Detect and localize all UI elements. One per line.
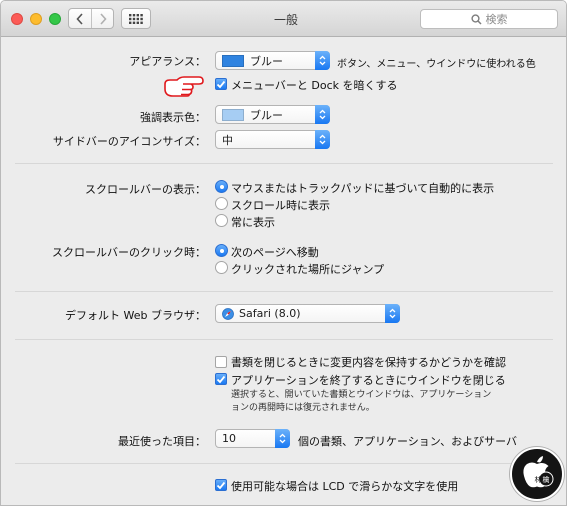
default-browser-value: Safari (8.0) — [239, 307, 301, 320]
highlight-color-label: 強調表示色： — [140, 111, 206, 124]
scroll-bars-always-label: 常に表示 — [231, 216, 275, 229]
scroll-bars-auto-label: マウスまたはトラックパッドに基づいて自動的に表示 — [231, 182, 495, 195]
checkmark-icon — [216, 375, 226, 383]
back-button[interactable] — [69, 9, 91, 28]
ask-keep-changes-checkbox[interactable] — [215, 356, 227, 368]
close-window-button[interactable] — [11, 13, 23, 25]
chevron-left-icon — [76, 12, 83, 25]
navigation-buttons — [68, 8, 114, 29]
popup-arrows-icon — [315, 130, 330, 149]
search-icon — [470, 13, 482, 25]
sidebar-icon-size-value: 中 — [222, 133, 233, 147]
scroll-bars-auto-radio[interactable] — [215, 180, 228, 193]
appearance-description: ボタン、メニュー、ウインドウに使われる色 — [337, 59, 536, 70]
highlight-swatch — [222, 108, 244, 121]
show-all-button[interactable] — [121, 8, 151, 29]
dark-menu-label: メニューバーと Dock を暗くする — [231, 79, 398, 92]
search-placeholder: 検索 — [485, 13, 508, 26]
zoom-window-button[interactable] — [49, 13, 61, 25]
sidebar-icon-size-label: サイドバーのアイコンサイズ： — [52, 135, 206, 148]
jump-to-spot-radio[interactable] — [215, 261, 228, 274]
default-browser-label: デフォルト Web ブラウザ： — [65, 309, 206, 322]
highlight-value: ブルー — [250, 108, 283, 122]
highlight-color-popup[interactable]: ブルー — [215, 105, 330, 124]
click-scroll-bar-label: スクロールバーのクリック時： — [52, 246, 206, 259]
appearance-swatch — [222, 54, 244, 67]
safari-icon — [222, 307, 234, 320]
chevron-right-icon — [99, 12, 107, 25]
scroll-bars-when-scrolling-label: スクロール時に表示 — [231, 199, 330, 212]
jump-next-page-label: 次のページへ移動 — [231, 246, 319, 259]
sidebar-icon-size-popup[interactable]: 中 — [215, 130, 330, 149]
lcd-smoothing-checkbox[interactable] — [215, 479, 227, 491]
recent-items-value: 10 — [222, 432, 236, 445]
scroll-bars-when-scrolling-radio[interactable] — [215, 197, 228, 210]
default-browser-popup[interactable]: Safari (8.0) — [215, 304, 400, 323]
jump-to-spot-label: クリックされた場所にジャンプ — [231, 263, 385, 276]
checkmark-icon — [216, 481, 226, 489]
close-windows-note-line2: ョンの再開時には復元されません。 — [231, 403, 375, 413]
divider — [15, 163, 553, 164]
divider — [15, 339, 553, 340]
window-title: 一般 — [273, 13, 298, 27]
popup-arrows-icon — [315, 51, 330, 70]
dark-menu-checkbox[interactable] — [215, 78, 227, 90]
svg-text:林: 林 — [535, 475, 542, 484]
close-windows-checkbox[interactable] — [215, 373, 227, 385]
search-field[interactable]: 検索 — [420, 9, 558, 29]
titlebar: 一般 検索 — [1, 1, 566, 37]
close-windows-label: アプリケーションを終了するときにウインドウを閉じる — [231, 374, 506, 387]
ringo-sumi-logo: 林 檎 — [510, 447, 564, 501]
close-windows-note-line1: 選択すると、開いていた書類とウインドウは、アプリケーション — [231, 390, 492, 400]
divider — [15, 291, 553, 292]
appearance-popup[interactable]: ブルー — [215, 51, 330, 70]
divider — [15, 463, 553, 464]
preferences-window: 一般 検索 アピアランス： ブルー ボタン、メニュー、ウインドウに使われる色 メ… — [0, 0, 567, 506]
lcd-smoothing-label: 使用可能な場合は LCD で滑らかな文字を使用 — [231, 480, 459, 493]
recent-items-suffix: 個の書類、アプリケーション、およびサーバ — [298, 435, 518, 448]
appearance-label: アピアランス： — [129, 55, 206, 68]
minimize-window-button[interactable] — [30, 13, 42, 25]
ask-keep-changes-label: 書類を閉じるときに変更内容を保持するかどうかを確認 — [231, 356, 506, 369]
checkmark-icon — [216, 80, 226, 88]
show-scroll-bars-label: スクロールバーの表示： — [85, 183, 206, 196]
popup-arrows-icon — [275, 429, 290, 448]
recent-items-popup[interactable]: 10 — [215, 429, 290, 448]
forward-button[interactable] — [91, 9, 113, 28]
popup-arrows-icon — [385, 304, 400, 323]
popup-arrows-icon — [315, 105, 330, 124]
svg-text:檎: 檎 — [543, 475, 550, 484]
pointing-hand-icon — [164, 76, 204, 97]
jump-next-page-radio[interactable] — [215, 244, 228, 257]
grid-icon — [129, 13, 143, 24]
scroll-bars-always-radio[interactable] — [215, 214, 228, 227]
apple-logo-icon: 林 檎 — [523, 456, 554, 488]
appearance-value: ブルー — [250, 54, 283, 68]
recent-items-label: 最近使った項目： — [118, 435, 206, 448]
